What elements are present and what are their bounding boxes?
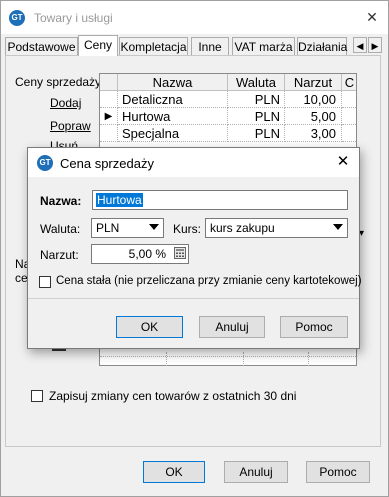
table-column-divider (166, 352, 167, 366)
markup-label: Narzut: (40, 248, 79, 262)
table-header-corner (100, 74, 118, 91)
rate-label: Kurs: (173, 222, 202, 236)
markup-field-value: 5,00 % (128, 247, 166, 261)
dialog-ok-button[interactable]: OK (116, 316, 183, 338)
help-button[interactable]: Pomoc (306, 461, 370, 483)
price-dialog: GT Cena sprzedaży ✕ Nazwa: Hurtowa Walut… (27, 147, 362, 349)
table-column-divider (243, 352, 244, 366)
tab-kompletacja[interactable]: Kompletacja (119, 37, 188, 55)
table-cell-currency[interactable]: PLN (228, 125, 285, 142)
table-cell-c[interactable] (342, 91, 356, 108)
calculator-icon[interactable] (174, 247, 186, 259)
prices-label: Ceny sprzedaży: (15, 75, 105, 89)
column-header-waluta[interactable]: Waluta (228, 74, 285, 91)
column-header-c[interactable]: C (342, 74, 356, 91)
table-cell-markup[interactable]: 3,00 (285, 125, 342, 142)
dialog-divider (28, 298, 359, 299)
name-label: Nazwa: (40, 194, 82, 208)
currency-select-value: PLN (96, 221, 120, 235)
rate-select-value: kurs zakupu (210, 221, 275, 235)
table-row (100, 356, 356, 357)
app-logo-icon: GT (9, 10, 25, 26)
app-logo-icon: GT (37, 155, 53, 171)
row-header[interactable] (100, 125, 118, 142)
dialog-cancel-button[interactable]: Anuluj (199, 316, 265, 338)
save-history-checkbox[interactable] (31, 390, 43, 402)
rate-select[interactable]: kurs zakupu (205, 218, 348, 238)
table-cell-name[interactable]: Detaliczna (118, 91, 228, 108)
row-header[interactable] (100, 91, 118, 108)
table-cell-name[interactable]: Specjalna (118, 125, 228, 142)
tab-ceny[interactable]: Ceny (78, 35, 118, 56)
save-history-label: Zapisuj zmiany cen towarów z ostatnich 3… (49, 389, 297, 403)
column-header-narzut[interactable]: Narzut (285, 74, 342, 91)
table-cell-markup[interactable]: 10,00 (285, 91, 342, 108)
name-field[interactable]: Hurtowa (92, 190, 348, 210)
chevron-down-icon (333, 224, 343, 230)
dialog-title: Cena sprzedaży (60, 156, 154, 171)
table-column-divider (308, 352, 309, 366)
tab-dzialania[interactable]: Działania (297, 37, 347, 55)
add-price-link[interactable]: Dodaj (50, 96, 81, 110)
fixed-price-checkbox[interactable] (39, 276, 51, 288)
table-cell-c[interactable] (342, 125, 356, 142)
table-cell-markup[interactable]: 5,00 (285, 108, 342, 125)
tab-inne[interactable]: Inne (191, 37, 229, 55)
current-row-marker-icon: ▶ (100, 108, 118, 125)
table-cell-name[interactable]: Hurtowa (118, 108, 228, 125)
tab-scroll-right-icon[interactable]: ▶ (368, 37, 382, 53)
edit-price-link[interactable]: Popraw (50, 119, 91, 133)
currency-select[interactable]: PLN (91, 218, 164, 238)
close-icon[interactable]: ✕ (361, 6, 383, 28)
ok-button[interactable]: OK (143, 461, 205, 483)
tab-vat-marza[interactable]: VAT marża (232, 37, 295, 55)
cancel-button[interactable]: Anuluj (224, 461, 288, 483)
scroll-down-icon[interactable]: ▾ (359, 229, 369, 239)
window-title: Towary i usługi (34, 11, 113, 25)
chevron-down-icon (149, 224, 159, 230)
tab-podstawowe[interactable]: Podstawowe (5, 37, 78, 55)
close-icon[interactable]: ✕ (333, 152, 353, 172)
column-header-nazwa[interactable]: Nazwa (118, 74, 228, 91)
tab-scroll-left-icon[interactable]: ◀ (353, 37, 367, 53)
table-cell-c[interactable] (342, 108, 356, 125)
currency-label: Waluta: (40, 222, 81, 236)
name-field-value: Hurtowa (96, 193, 143, 207)
table-cell-currency[interactable]: PLN (228, 91, 285, 108)
main-title-bar: GT Towary i usługi ✕ (1, 1, 388, 34)
prices-table[interactable]: Nazwa Waluta Narzut C Detaliczna PLN 10,… (99, 73, 357, 157)
table-cell-currency[interactable]: PLN (228, 108, 285, 125)
dialog-help-button[interactable]: Pomoc (280, 316, 348, 338)
fixed-price-label: Cena stała (nie przeliczana przy zmianie… (56, 275, 362, 287)
dialog-title-bar: GT Cena sprzedaży ✕ (28, 148, 359, 177)
